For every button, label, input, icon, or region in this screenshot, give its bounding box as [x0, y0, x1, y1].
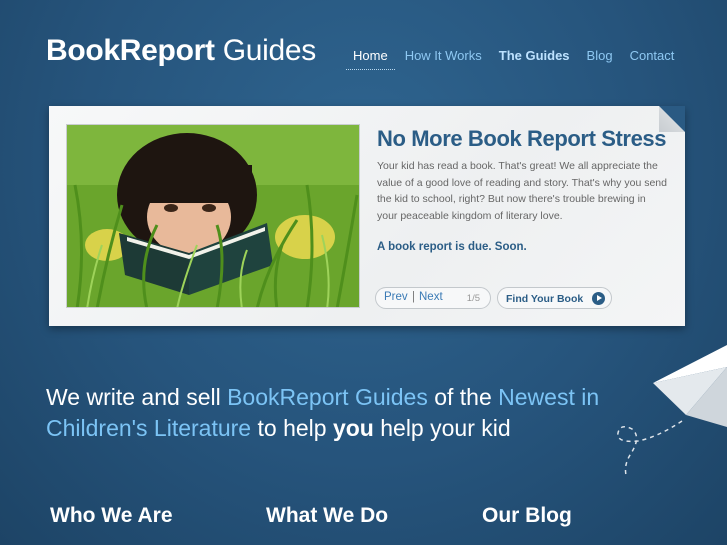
- logo-light-text: Guides: [222, 34, 317, 67]
- nav-active-underline: [346, 69, 395, 70]
- nav-item-the-guides[interactable]: The Guides: [499, 46, 570, 71]
- tagline-part2: of the: [427, 384, 499, 410]
- paper-plane-icon: [617, 345, 727, 476]
- nav-item-contact[interactable]: Contact: [630, 46, 675, 71]
- what-we-do-heading: What We Do: [266, 504, 389, 527]
- next-link[interactable]: Next: [419, 291, 443, 303]
- child-reading-in-grass-photo: [66, 124, 360, 308]
- slide-counter: 1/5: [466, 293, 480, 304]
- nav-item-blog[interactable]: Blog: [587, 46, 613, 71]
- slider-emphasis: A book report is due. Soon.: [377, 241, 527, 253]
- play-arrow-icon: [592, 292, 605, 305]
- who-we-are-heading: Who We Are: [50, 504, 173, 527]
- site-logo[interactable]: BookReport Guides: [46, 34, 316, 68]
- tagline-part3: to help: [251, 415, 333, 441]
- logo-bold-text: BookReport: [46, 34, 215, 67]
- tagline: We write and sell BookReport Guides of t…: [46, 382, 646, 444]
- main-nav: Home How It Works The Guides Blog Contac…: [345, 46, 691, 71]
- featured-slider: No More Book Report Stress Your kid has …: [49, 106, 685, 326]
- slider-body-text: Your kid has read a book. That's great! …: [377, 160, 667, 222]
- slider-pager: Prev | Next 1/5: [375, 287, 491, 309]
- nav-item-how-it-works[interactable]: How It Works: [405, 46, 482, 71]
- tagline-part1: We write and sell: [46, 384, 228, 410]
- pager-separator: |: [412, 291, 415, 303]
- prev-link[interactable]: Prev: [384, 291, 408, 303]
- tagline-bold-you: you: [332, 415, 374, 441]
- slider-headline: No More Book Report Stress: [377, 126, 667, 151]
- nav-item-home[interactable]: Home: [353, 46, 388, 71]
- tagline-part4: help your kid: [373, 415, 511, 441]
- our-blog-heading: Our Blog: [482, 504, 572, 527]
- tagline-highlight-guides: BookReport Guides: [227, 384, 428, 410]
- find-your-book-button[interactable]: Find Your Book: [497, 287, 612, 309]
- find-your-book-label: Find Your Book: [506, 293, 584, 305]
